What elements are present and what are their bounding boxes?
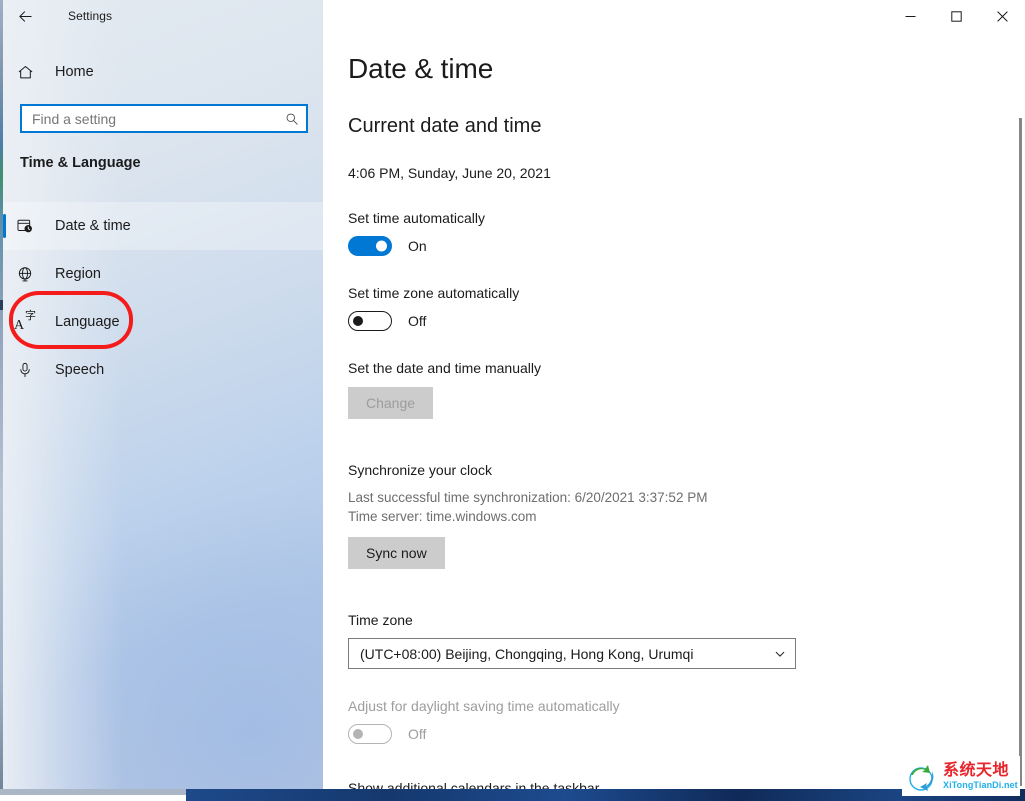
daylight-saving-label: Adjust for daylight saving time automati… [348,698,988,714]
sidebar-item-label: Speech [55,362,104,378]
content-pane: Date & time Current date and time 4:06 P… [323,0,1025,789]
set-time-automatically-state: On [408,238,427,254]
set-time-automatically-toggle[interactable] [348,236,392,256]
window-caption-buttons [887,0,1025,32]
additional-calendars-label: Show additional calendars in the taskbar [348,780,988,789]
app-title: Settings [68,9,112,23]
watermark-logo-icon [906,759,940,793]
titlebar-left: Settings [3,0,323,32]
toggle-knob [353,316,363,326]
daylight-saving-toggle[interactable] [348,724,392,744]
language-icon-cjk: 字 [25,311,36,322]
taskbar-left-mask [0,789,186,801]
language-icon-letter: A [14,319,24,333]
daylight-saving-row: Off [348,724,988,744]
section-title-current-date-time: Current date and time [348,85,988,138]
sidebar-item-label: Date & time [55,218,131,234]
search-icon[interactable] [278,112,306,126]
toggle-knob [353,729,363,739]
close-button[interactable] [979,0,1025,32]
set-date-time-manually-label: Set the date and time manually [348,360,988,376]
daylight-saving-state: Off [408,726,426,742]
sidebar-item-home[interactable]: Home [3,56,323,88]
sidebar-item-label: Region [55,266,101,282]
settings-window: Settings Home [3,0,1025,789]
sync-now-button[interactable]: Sync now [348,537,445,569]
search-input[interactable] [22,106,278,131]
change-button[interactable]: Change [348,387,433,419]
site-watermark: 系统天地 XiTongTianDi.net [902,756,1020,796]
sidebar-nav: Date & time Region [3,202,323,394]
time-server-value: Time server: time.windows.com [348,507,988,526]
time-zone-dropdown[interactable]: (UTC+08:00) Beijing, Chongqing, Hong Kon… [348,638,796,669]
sidebar-item-date-time[interactable]: Date & time [3,202,323,250]
minimize-button[interactable] [887,0,933,32]
sidebar-item-language[interactable]: A 字 Language [3,298,323,346]
set-timezone-automatically-state: Off [408,313,426,329]
watermark-english-text: XiTongTianDi.net [943,780,1018,791]
language-icon: A 字 [3,312,47,332]
selection-accent-bar [3,214,6,238]
settings-window-root: Settings Home [0,0,1025,801]
globe-icon [3,265,47,283]
time-zone-value: (UTC+08:00) Beijing, Chongqing, Hong Kon… [349,646,765,662]
set-timezone-automatically-toggle[interactable] [348,311,392,331]
last-sync-value: Last successful time synchronization: 6/… [348,488,988,507]
calendar-clock-icon [3,217,47,235]
set-timezone-automatically-label: Set time zone automatically [348,285,988,301]
synchronize-clock-label: Synchronize your clock [348,462,988,478]
back-arrow-icon[interactable] [3,0,48,32]
home-label: Home [55,64,94,80]
content-scrollbar[interactable] [1019,118,1022,786]
home-icon [3,64,47,81]
set-time-automatically-label: Set time automatically [348,210,988,226]
sidebar-group-title: Time & Language [20,155,141,171]
search-box[interactable] [20,104,308,133]
watermark-chinese-text: 系统天地 [943,762,1018,780]
maximize-button[interactable] [933,0,979,32]
time-zone-label: Time zone [348,612,988,628]
sidebar: Settings Home [3,0,323,789]
set-time-automatically-row: On [348,236,988,256]
chevron-down-icon [765,648,795,660]
microphone-icon [3,361,47,379]
set-timezone-automatically-row: Off [348,311,988,331]
sidebar-item-speech[interactable]: Speech [3,346,323,394]
sidebar-item-region[interactable]: Region [3,250,323,298]
sidebar-item-label: Language [55,314,120,330]
toggle-knob [376,241,387,252]
current-datetime-value: 4:06 PM, Sunday, June 20, 2021 [348,165,988,181]
